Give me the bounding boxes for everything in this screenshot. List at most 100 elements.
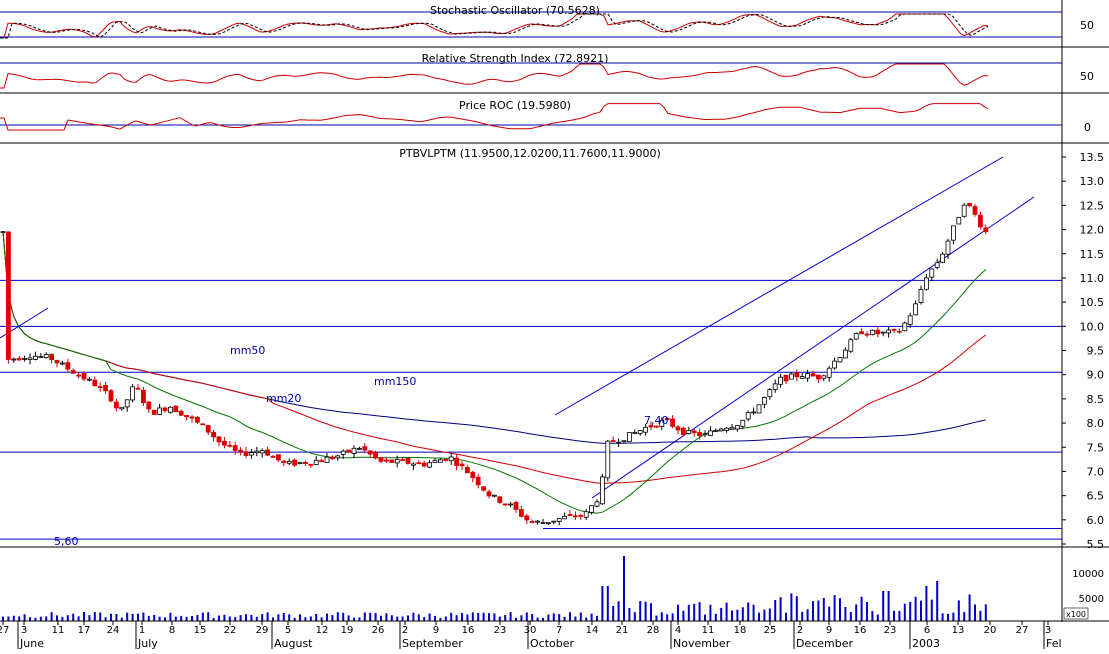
volume-bar (455, 615, 458, 621)
candle (108, 389, 114, 403)
candle (119, 406, 125, 411)
candle (356, 446, 362, 450)
volume-bar (655, 615, 658, 621)
candle-body (583, 511, 589, 518)
candle (448, 452, 454, 465)
volume-bar (763, 609, 766, 621)
x-day-label: 3 (21, 625, 27, 636)
volume-panel: 5000 10000 x100 (0, 546, 1109, 621)
candle-body (637, 429, 643, 434)
candle (194, 415, 200, 424)
volume-bar (860, 596, 863, 621)
volume-bar (39, 616, 42, 621)
volume-bar (272, 617, 274, 621)
candle-body (400, 459, 406, 461)
volume-bar (687, 604, 690, 621)
candle-body (124, 399, 130, 408)
candle-body (270, 455, 276, 458)
volume-bar (304, 617, 307, 621)
volume-bars (2, 556, 987, 621)
volume-bar (380, 615, 382, 621)
volume-bar (234, 617, 237, 621)
candle (335, 454, 341, 461)
chart-canvas: Stochastic Oscillator (70.5628) 50 Relat… (0, 0, 1109, 650)
volume-bar (693, 603, 696, 621)
candle-body (810, 373, 816, 377)
volume-bar (628, 607, 631, 621)
candle-body (983, 227, 989, 233)
volume-bar (871, 611, 874, 621)
candle (427, 459, 433, 469)
volume-bar (731, 610, 733, 621)
candle-body (934, 262, 940, 268)
volume-bar (423, 617, 426, 621)
candle (54, 359, 60, 368)
candle (297, 461, 303, 465)
candle (27, 353, 33, 365)
candle (491, 494, 497, 498)
candle (421, 460, 427, 468)
candle (114, 398, 119, 412)
candle (891, 328, 897, 334)
volume-bar (142, 612, 145, 621)
candle (848, 337, 854, 354)
x-day-label: 24 (107, 625, 120, 636)
volume-bar (72, 613, 75, 621)
candle (70, 368, 76, 374)
volume-bar (585, 617, 588, 621)
candle-body (875, 329, 881, 335)
candle (913, 300, 918, 316)
candle-body (302, 461, 308, 465)
candle (956, 216, 962, 225)
x-day-label: 15 (194, 625, 207, 636)
candle-body (670, 418, 675, 427)
volume-bar (768, 608, 771, 621)
candle-body (394, 458, 400, 464)
candle-body (108, 390, 114, 402)
candle (967, 203, 972, 208)
volume-bar (552, 613, 555, 621)
candle (924, 273, 929, 291)
candle-body (103, 384, 108, 392)
candle (162, 406, 168, 413)
candle (189, 415, 195, 423)
x-day-label: 7 (556, 625, 562, 636)
candle (508, 501, 514, 508)
candle-body (481, 486, 487, 491)
volume-bar (23, 614, 26, 621)
price-panel: PTBVLPTM (11.9500,12.0200,11.7600,11.900… (0, 147, 1104, 551)
candle-body (189, 416, 195, 419)
candle (281, 460, 287, 467)
volume-bar (682, 610, 685, 621)
volume-bar (963, 612, 966, 621)
rsi-title: Relative Strength Index (72.8921) (422, 52, 609, 65)
candle (157, 403, 163, 416)
candle-body (718, 428, 724, 432)
volume-bar (450, 612, 453, 621)
candle (546, 522, 551, 526)
candle (810, 370, 816, 377)
candle-body (848, 339, 854, 352)
volume-bar (245, 614, 247, 621)
candle (702, 430, 708, 438)
x-day-label: 12 (316, 625, 329, 636)
candle (173, 405, 179, 413)
volume-bar (671, 613, 674, 621)
candle-body (6, 231, 11, 360)
volume-bar (525, 612, 528, 621)
volume-bar (812, 601, 814, 621)
candle (670, 415, 675, 429)
candle (751, 407, 756, 415)
candle (686, 426, 692, 435)
candle-body (513, 502, 519, 510)
candle-body (200, 423, 206, 426)
candle (821, 374, 827, 382)
rsi-panel: Relative Strength Index (72.8921) 50 (0, 52, 1109, 94)
candle-body (956, 217, 962, 225)
candle-body (416, 462, 422, 465)
volume-bar (320, 617, 323, 621)
candle (983, 224, 989, 235)
volume-bar (779, 597, 782, 621)
candle-body (891, 328, 897, 331)
candle-body (724, 427, 729, 431)
